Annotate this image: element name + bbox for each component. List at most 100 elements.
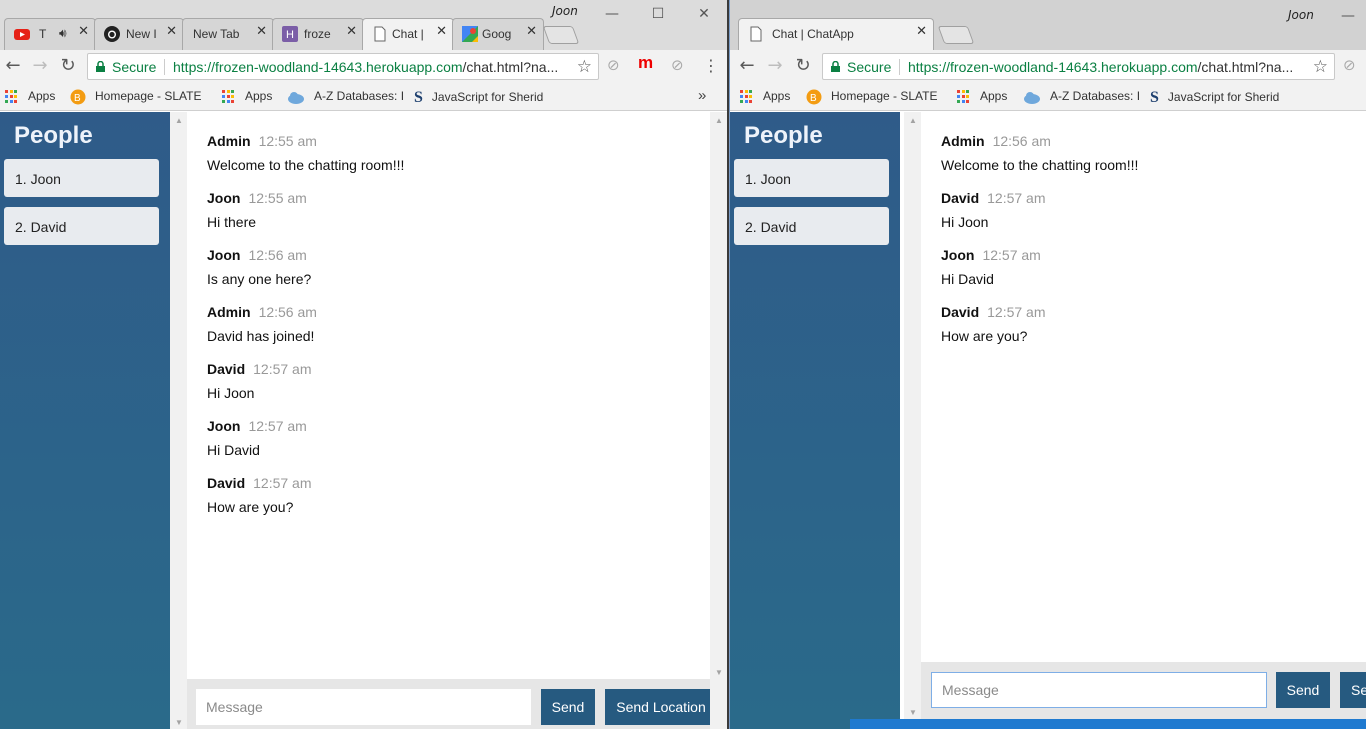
apps-grid-icon — [222, 89, 236, 104]
minimize-button[interactable]: — — [1336, 6, 1360, 26]
close-window-button[interactable]: ✕ — [692, 4, 716, 24]
send-button[interactable]: Send — [1276, 672, 1330, 708]
close-tab-icon[interactable]: ✕ — [436, 24, 447, 39]
tab-youtube[interactable]: T 🔊︎ ✕ — [4, 18, 96, 50]
bookmark-databases[interactable]: A-Z Databases: I — [1023, 89, 1140, 104]
extension-m-icon[interactable]: m — [638, 53, 653, 73]
forward-icon[interactable]: → — [764, 55, 786, 77]
bookmark-apps[interactable]: Apps — [5, 89, 55, 104]
url-text[interactable]: https://frozen-woodland-14643.herokuapp.… — [173, 59, 568, 75]
address-bar[interactable]: Secure https://frozen-woodland-14643.her… — [822, 53, 1335, 80]
scroll-down-icon[interactable]: ▼ — [175, 718, 183, 727]
scroll-up-icon[interactable]: ▲ — [715, 116, 723, 125]
lock-icon — [831, 61, 840, 72]
slate-icon: B — [70, 89, 86, 105]
extension-icon[interactable]: ⊘ — [671, 56, 684, 74]
profile-name[interactable]: Joon — [1288, 8, 1314, 22]
bookmark-javascript[interactable]: S JavaScript for Sherid — [414, 89, 543, 107]
tab-label: Chat | — [392, 27, 424, 41]
new-tab-button[interactable] — [542, 26, 580, 44]
tab-label: New I — [126, 27, 157, 41]
person-item[interactable]: 2. David — [734, 207, 889, 245]
address-bar[interactable]: Secure https://frozen-woodland-14643.her… — [87, 53, 599, 80]
message-text: Hi David — [207, 442, 260, 458]
extension-icon[interactable]: ⊘ — [607, 56, 620, 74]
bookmarks-overflow-icon[interactable]: » — [698, 87, 706, 104]
message: David 12:57 am How are you? — [207, 475, 312, 515]
close-tab-icon[interactable]: ✕ — [166, 24, 177, 39]
send-button[interactable]: Send — [541, 689, 595, 725]
bookmarks-bar: Apps B Homepage - SLATE Apps A-Z Database… — [730, 83, 1366, 111]
back-icon[interactable]: ← — [2, 55, 24, 77]
url-text[interactable]: https://frozen-woodland-14643.herokuapp.… — [908, 59, 1304, 75]
tab-label: T — [39, 27, 47, 41]
close-tab-icon[interactable]: ✕ — [526, 24, 537, 39]
minimize-button[interactable]: — — [600, 4, 624, 24]
close-tab-icon[interactable]: ✕ — [916, 24, 927, 39]
person-item[interactable]: 1. Joon — [4, 159, 159, 197]
close-tab-icon[interactable]: ✕ — [346, 24, 357, 39]
scroll-up-icon[interactable]: ▲ — [175, 116, 183, 125]
bookmark-databases[interactable]: A-Z Databases: I — [287, 89, 404, 104]
back-icon[interactable]: ← — [736, 55, 758, 77]
scroll-down-icon[interactable]: ▼ — [909, 708, 917, 717]
reload-icon[interactable]: ↻ — [792, 55, 814, 77]
sidebar-scrollbar[interactable]: ▲ ▼ — [170, 112, 187, 729]
message-time: 12:55 am — [258, 133, 317, 149]
bookmark-slate[interactable]: B Homepage - SLATE — [806, 89, 938, 105]
bookmark-apps[interactable]: Apps — [740, 89, 790, 104]
people-sidebar: People 1. Joon 2. David — [0, 112, 170, 729]
tab-github[interactable]: New I ✕ — [94, 18, 184, 50]
message-time: 12:57 am — [982, 247, 1041, 263]
tab-chat[interactable]: Chat | ✕ — [362, 18, 454, 50]
person-item[interactable]: 2. David — [4, 207, 159, 245]
message: David 12:57 am How are you? — [941, 304, 1046, 344]
people-title: People — [14, 122, 93, 149]
reload-icon[interactable]: ↻ — [57, 55, 79, 77]
bookmark-slate[interactable]: B Homepage - SLATE — [70, 89, 202, 105]
extension-icon[interactable]: ⊘ — [1343, 56, 1356, 74]
background-status-bar — [850, 719, 1366, 729]
send-location-button[interactable]: Send Location — [605, 689, 717, 725]
new-tab-button[interactable] — [937, 26, 975, 44]
message: Joon 12:55 am Hi there — [207, 190, 307, 230]
message-input[interactable] — [196, 689, 531, 725]
tab-label: New Tab — [193, 27, 240, 41]
message-text: David has joined! — [207, 328, 315, 344]
scroll-down-icon[interactable]: ▼ — [715, 668, 723, 677]
tab-google-maps[interactable]: Goog ✕ — [452, 18, 544, 50]
tab-chat[interactable]: Chat | ChatApp ✕ — [738, 18, 934, 50]
message-input[interactable] — [931, 672, 1267, 708]
left-browser-window: Joon — ☐ ✕ T 🔊︎ ✕ New I ✕ New Tab ✕ H fr… — [0, 0, 727, 729]
apps-grid-icon — [5, 89, 19, 104]
people-title: People — [744, 122, 823, 149]
menu-icon[interactable]: ⋮ — [703, 56, 719, 75]
svg-text:H: H — [286, 29, 294, 41]
close-tab-icon[interactable]: ✕ — [78, 24, 89, 39]
bookmark-apps-2[interactable]: Apps — [957, 89, 1007, 104]
bookmark-apps-2[interactable]: Apps — [222, 89, 272, 104]
scroll-up-icon[interactable]: ▲ — [909, 116, 917, 125]
bookmark-javascript[interactable]: S JavaScript for Sherid — [1150, 89, 1279, 107]
divider — [164, 59, 165, 75]
speaker-icon[interactable]: 🔊︎ — [59, 26, 67, 41]
forward-icon[interactable]: → — [29, 55, 51, 77]
message: Joon 12:57 am Hi David — [941, 247, 1041, 287]
page-scrollbar[interactable]: ▲ ▼ — [710, 112, 727, 729]
close-tab-icon[interactable]: ✕ — [256, 24, 267, 39]
message-form: Send Se — [921, 662, 1366, 719]
profile-name[interactable]: Joon — [552, 4, 578, 18]
maximize-button[interactable]: ☐ — [646, 4, 670, 24]
tab-heroku[interactable]: H froze ✕ — [272, 18, 364, 50]
message: Admin 12:56 am David has joined! — [207, 304, 317, 344]
message: Admin 12:56 am Welcome to the chatting roo… — [941, 133, 1138, 173]
bookmark-star-icon[interactable]: ☆ — [577, 57, 592, 77]
cloud-icon — [288, 91, 304, 104]
message-text: Hi Joon — [941, 214, 989, 230]
sheridan-icon: S — [1150, 89, 1159, 106]
bookmark-star-icon[interactable]: ☆ — [1313, 57, 1328, 77]
sidebar-scrollbar[interactable]: ▲ ▼ — [904, 112, 921, 729]
send-location-button[interactable]: Se — [1340, 672, 1366, 708]
tab-new-tab[interactable]: New Tab ✕ — [182, 18, 274, 50]
person-item[interactable]: 1. Joon — [734, 159, 889, 197]
